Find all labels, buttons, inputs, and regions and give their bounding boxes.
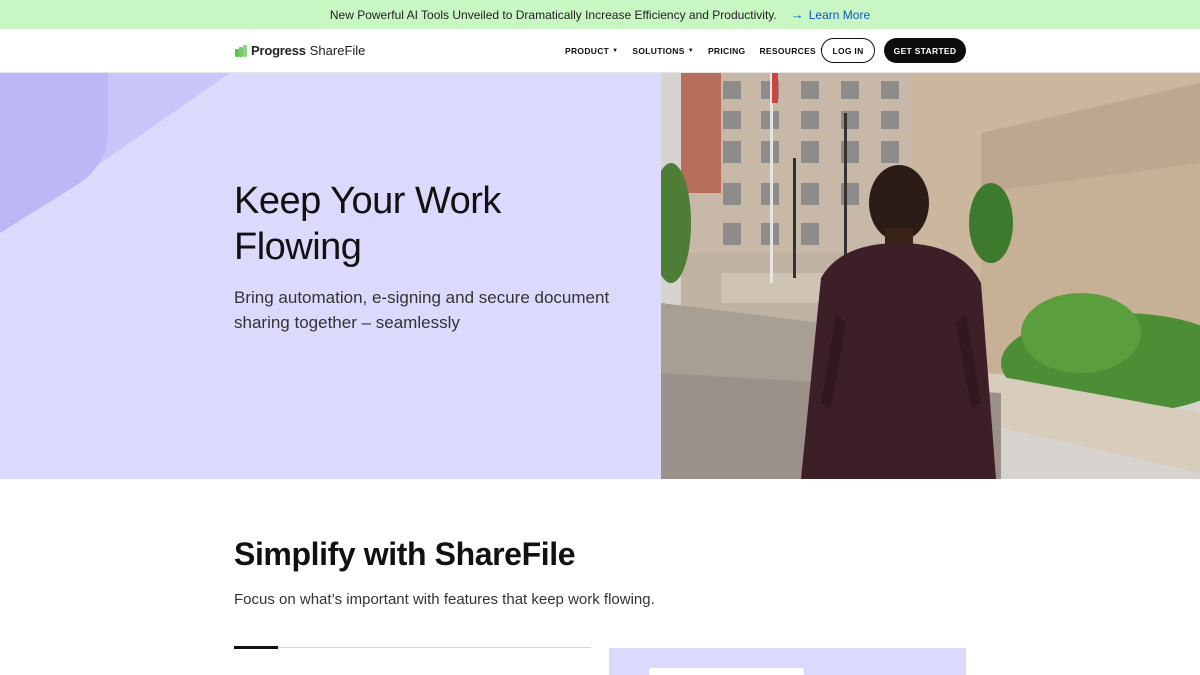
menu-item-solutions[interactable]: SOLUTIONS ▼ [632,46,694,56]
feature-preview-window [649,668,804,675]
hero-subtitle: Bring automation, e-signing and secure d… [234,288,610,332]
menu-item-label: PRICING [707,46,746,56]
feature-preview-card [609,648,966,675]
logo[interactable]: Progress ShareFile [235,43,365,58]
announcement-message: New Powerful AI Tools Unveiled to Dramat… [329,7,777,22]
announcement-bar: New Powerful AI Tools Unveiled to Dramat… [0,0,1200,29]
arrow-right-icon: → [790,7,804,22]
menu-item-resources[interactable]: RESOURCES ▼ [759,46,825,56]
main-menu: PRODUCT ▼ SOLUTIONS ▼ PRICING RESOURCES … [565,29,825,73]
learn-more-label: Learn More [808,7,871,22]
hero-decoration-shape [0,73,230,233]
menu-item-label: SOLUTIONS [632,46,685,56]
hero-title: Keep Your Work Flowing [234,180,501,268]
logo-brand: Progress [251,43,306,58]
hero-image [661,73,1200,479]
top-nav: Progress ShareFile PRODUCT ▼ SOLUTIONS ▼… [0,29,1200,73]
progress-logo-icon [235,44,247,57]
feature-tab-active-indicator[interactable] [234,646,278,649]
features-title: Simplify with ShareFile [234,536,576,572]
caret-down-icon: ▼ [687,48,694,54]
hero-panel: Keep Your Work Flowing Bring automation,… [0,73,661,479]
menu-item-pricing[interactable]: PRICING [708,46,746,56]
learn-more-link[interactable]: → Learn More [791,7,870,22]
features-subtitle: Focus on what’s important with features … [234,591,655,608]
caret-down-icon: ▼ [612,48,619,54]
menu-item-label: RESOURCES [759,46,817,56]
menu-item-label: PRODUCT [565,46,610,56]
feature-tabs-divider [234,647,591,648]
logo-product: ShareFile [309,43,366,58]
login-button[interactable]: LOG IN [821,38,875,63]
get-started-button[interactable]: GET STARTED [884,38,966,63]
menu-item-product[interactable]: PRODUCT ▼ [565,46,618,56]
